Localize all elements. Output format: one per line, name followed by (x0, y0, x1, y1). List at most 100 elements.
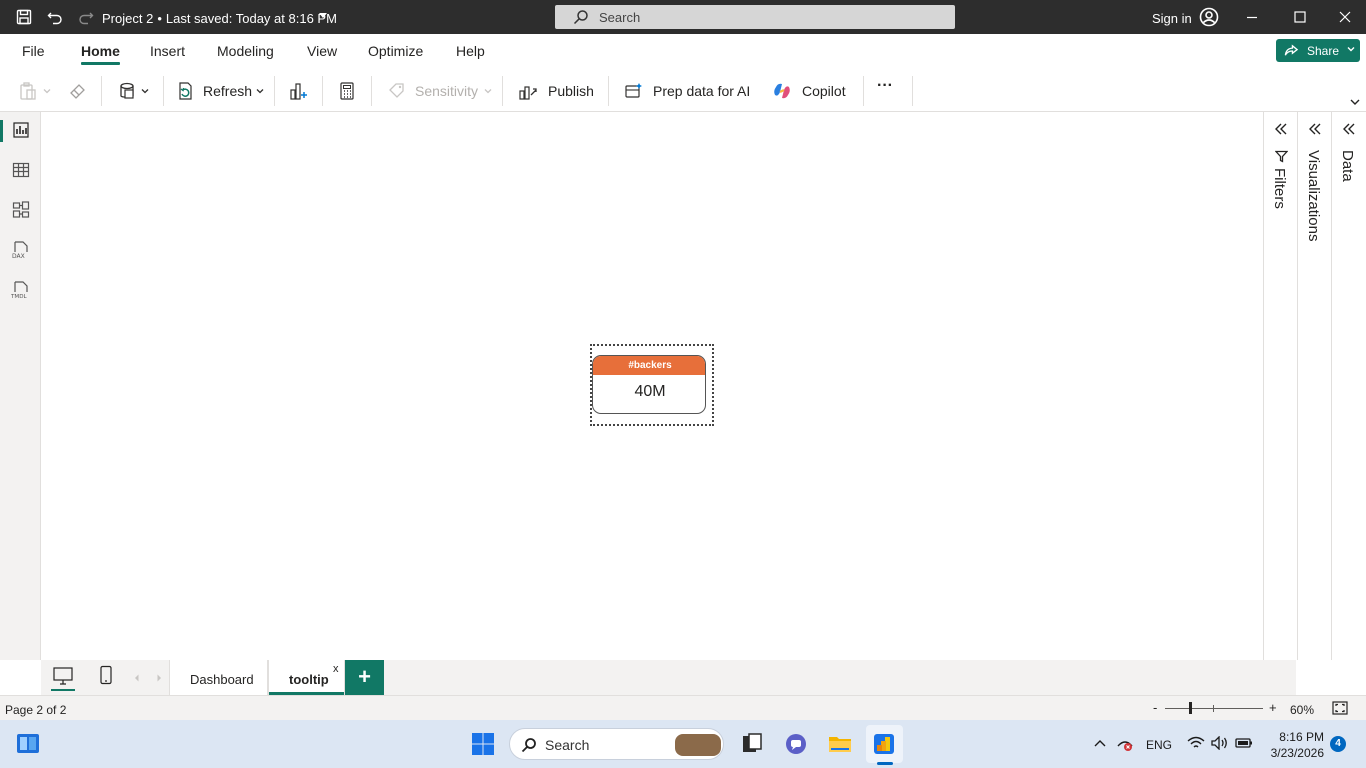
copilot-button[interactable]: Copilot (772, 80, 852, 102)
share-button[interactable]: Share (1276, 39, 1360, 62)
new-visual-button[interactable] (288, 80, 308, 102)
scroll-right-icon[interactable] (155, 673, 163, 683)
zoom-slider-thumb[interactable] (1189, 702, 1192, 714)
card-header: #backers (593, 356, 705, 375)
save-icon[interactable] (16, 9, 32, 25)
battery-icon[interactable] (1235, 737, 1253, 749)
expand-filters-icon[interactable] (1274, 122, 1288, 136)
table-view-icon[interactable] (11, 160, 31, 180)
chevron-down-icon (256, 89, 264, 94)
new-measure-button[interactable] (337, 80, 357, 102)
expand-visualizations-icon[interactable] (1308, 122, 1322, 136)
document-title[interactable]: Project 2 • Last saved: Today at 8:16 PM (102, 11, 337, 26)
close-icon[interactable] (1337, 9, 1353, 25)
system-clock[interactable]: 8:16 PM 3/23/2026 (1262, 729, 1324, 761)
refresh-label: Refresh (203, 83, 253, 99)
share-label: Share (1307, 44, 1340, 58)
clipboard-icon (20, 82, 36, 100)
active-menu-indicator (81, 62, 120, 65)
close-tab-button[interactable]: x (333, 663, 339, 675)
zoom-out-button[interactable]: - (1153, 700, 1157, 715)
scroll-left-icon[interactable] (133, 673, 141, 683)
copilot-label: Copilot (802, 83, 846, 99)
page-tab-label: Dashboard (190, 672, 254, 687)
refresh-button[interactable]: Refresh (175, 80, 269, 102)
collapse-ribbon-icon[interactable] (1350, 98, 1360, 106)
power-bi-icon[interactable] (872, 732, 896, 756)
chevron-down-icon (141, 89, 149, 94)
dax-query-view-icon[interactable]: DAX (11, 240, 31, 260)
title-dropdown-icon[interactable] (319, 13, 327, 18)
zoom-level[interactable]: 60% (1290, 703, 1314, 717)
title-separator: • (157, 11, 162, 26)
ribbon-separator (322, 76, 323, 106)
fit-to-page-icon[interactable] (1332, 701, 1348, 715)
menu-help[interactable]: Help (456, 43, 485, 59)
notification-badge[interactable]: 4 (1330, 736, 1346, 752)
format-painter-button[interactable] (68, 80, 88, 102)
page-tab-label: tooltip (289, 672, 329, 687)
desktop-layout-icon[interactable] (51, 666, 75, 686)
expand-data-icon[interactable] (1342, 122, 1356, 136)
sensitivity-label: Sensitivity (415, 83, 479, 99)
menu-view[interactable]: View (307, 43, 337, 59)
file-explorer-icon[interactable] (828, 732, 852, 756)
more-options-button[interactable]: ··· (877, 77, 899, 99)
tmdl-view-icon[interactable]: TMDL (11, 280, 31, 300)
volume-icon[interactable] (1211, 736, 1229, 750)
visualizations-pane[interactable]: Visualizations (1297, 112, 1331, 660)
network-error-icon[interactable] (1116, 736, 1134, 752)
ribbon-separator (608, 76, 609, 106)
report-view-icon[interactable] (11, 120, 31, 140)
menu-optimize[interactable]: Optimize (368, 43, 423, 59)
task-view-icon[interactable] (740, 732, 764, 756)
page-tab-dashboard[interactable]: Dashboard (169, 660, 268, 695)
account-icon[interactable] (1199, 7, 1219, 27)
view-switcher: DAX TMDL (0, 112, 41, 660)
zoom-slider[interactable] (1165, 708, 1263, 709)
ribbon-toolbar: Refresh Sensitivity Publish Prep data fo… (0, 68, 1366, 112)
minimize-icon[interactable] (1244, 9, 1260, 25)
database-icon (120, 82, 134, 99)
menu-file[interactable]: File (22, 43, 45, 59)
wifi-icon[interactable] (1187, 736, 1205, 750)
share-icon (1284, 44, 1299, 56)
ribbon-separator (863, 76, 864, 106)
show-hidden-icons[interactable] (1094, 738, 1106, 748)
menu-insert[interactable]: Insert (150, 43, 185, 59)
search-placeholder: Search (599, 10, 641, 25)
data-pane[interactable]: Data (1331, 112, 1366, 660)
taskbar-search-label: Search (545, 737, 590, 753)
zoom-in-button[interactable]: + (1269, 700, 1277, 715)
format-painter-icon (70, 84, 85, 99)
input-language[interactable]: ENG (1146, 738, 1172, 752)
page-indicator: Page 2 of 2 (5, 703, 67, 717)
get-data-button[interactable] (118, 80, 154, 102)
page-tab-bar: Dashboard tooltip (41, 660, 1296, 695)
filters-pane[interactable]: Filters (1263, 112, 1297, 660)
title-bar: Project 2 • Last saved: Today at 8:16 PM S… (0, 0, 1366, 34)
prep-data-for-ai-button[interactable]: Prep data for AI (624, 80, 754, 102)
paste-button[interactable] (18, 80, 54, 102)
menu-modeling[interactable]: Modeling (217, 43, 274, 59)
ribbon-separator (274, 76, 275, 106)
publish-button[interactable]: Publish (518, 80, 598, 102)
clock-date: 3/23/2026 (1270, 746, 1324, 760)
maximize-icon[interactable] (1292, 9, 1308, 25)
widgets-icon[interactable] (16, 732, 40, 756)
ribbon-separator (502, 76, 503, 106)
add-page-button[interactable]: + (345, 660, 384, 695)
mobile-layout-icon[interactable] (99, 665, 113, 685)
redo-icon[interactable] (78, 9, 94, 25)
taskbar-search[interactable]: Search (509, 728, 724, 760)
sensitivity-button[interactable]: Sensitivity (387, 80, 495, 102)
search-box[interactable]: Search (555, 5, 955, 29)
undo-icon[interactable] (47, 9, 63, 25)
menu-home[interactable]: Home (81, 43, 120, 59)
start-icon[interactable] (471, 732, 495, 756)
sign-in-link[interactable]: Sign in (1152, 11, 1192, 26)
model-view-icon[interactable] (11, 200, 31, 220)
card-visual[interactable]: #backers 40M (592, 355, 706, 414)
teams-icon[interactable] (784, 732, 808, 756)
last-saved-text: Last saved: Today at 8:16 PM (165, 11, 337, 26)
